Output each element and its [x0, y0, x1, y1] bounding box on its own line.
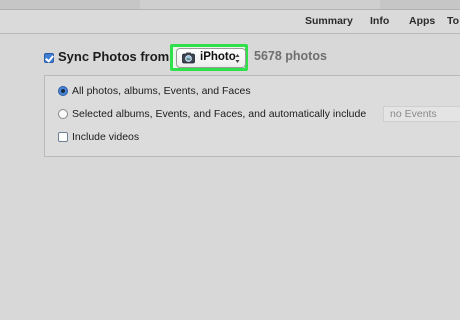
- sync-photos-label: Sync Photos from: [58, 49, 170, 64]
- radio-all-photos[interactable]: [58, 86, 68, 96]
- photo-count: 5678 photos: [254, 49, 327, 63]
- tab-info[interactable]: Info: [370, 15, 389, 27]
- tab-apps[interactable]: Apps: [409, 15, 435, 27]
- tab-tones[interactable]: To: [447, 15, 459, 27]
- sync-source-popup[interactable]: iPhoto: [176, 48, 246, 68]
- sync-source-label: iPhoto: [200, 51, 236, 63]
- radio-all-photos-label: All photos, albums, Events, and Faces: [72, 85, 251, 97]
- events-popup[interactable]: no Events: [383, 106, 460, 122]
- up-down-arrows-icon: [235, 54, 240, 63]
- include-videos-checkbox[interactable]: [58, 132, 68, 142]
- include-videos-label: Include videos: [72, 131, 140, 143]
- iphoto-icon: [182, 52, 195, 64]
- radio-selected-albums-label: Selected albums, Events, and Faces, and …: [72, 108, 367, 120]
- sync-photos-checkbox[interactable]: [44, 53, 54, 63]
- tab-bar: Summary Info Apps To: [0, 10, 460, 34]
- tab-summary[interactable]: Summary: [305, 15, 353, 27]
- top-strip-highlight: [140, 0, 380, 9]
- window-top-strip: [0, 0, 460, 10]
- radio-selected-albums[interactable]: [58, 109, 68, 119]
- events-popup-value: no Events: [390, 108, 437, 120]
